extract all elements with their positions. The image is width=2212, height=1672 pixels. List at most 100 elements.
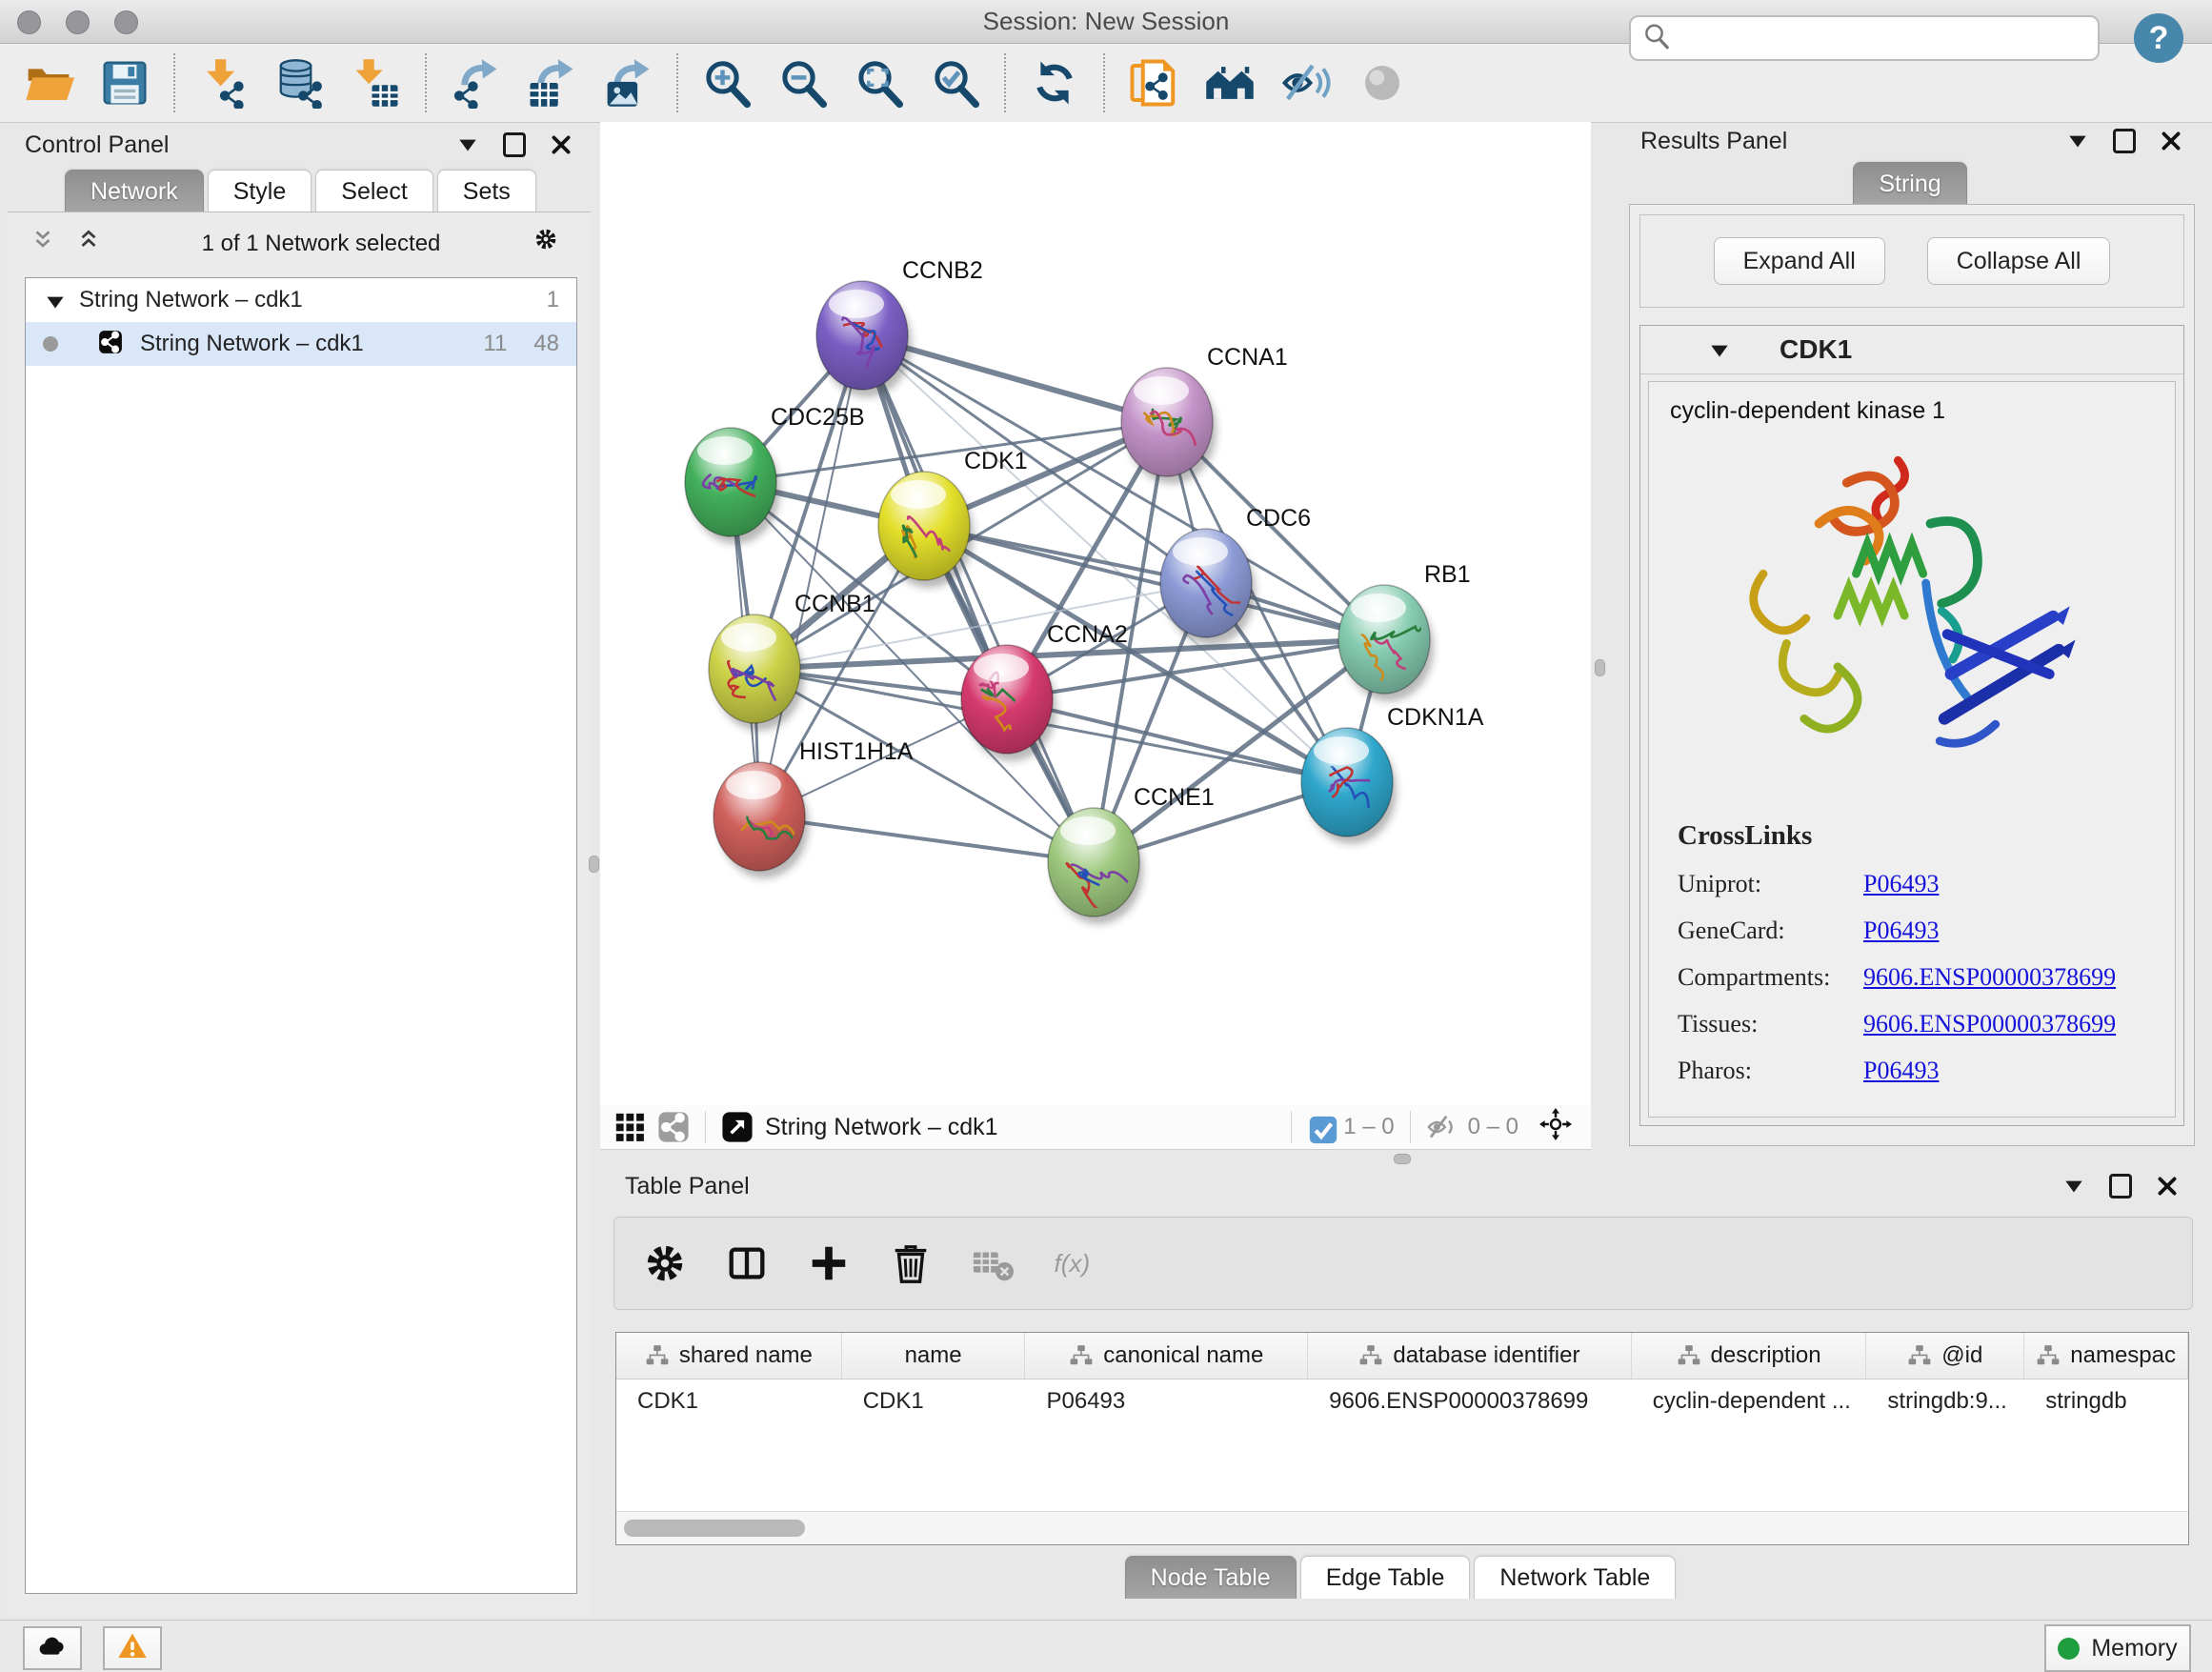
import-table-icon[interactable] <box>351 57 402 109</box>
column-header-description[interactable]: description <box>1632 1333 1867 1379</box>
column-header-shared-name[interactable]: shared name <box>616 1333 842 1379</box>
node-cdc6[interactable]: CDC6 <box>1160 505 1311 645</box>
duplicate-network-icon[interactable] <box>1128 57 1179 109</box>
hide-selected-icon[interactable] <box>1280 57 1332 109</box>
search-box[interactable] <box>1629 15 2100 61</box>
collapse-panel-icon[interactable] <box>455 132 480 157</box>
node-ccnb2[interactable]: CCNB2 <box>816 257 983 397</box>
memory-button[interactable]: Memory <box>2044 1624 2191 1672</box>
node-cdc25b[interactable]: CDC25B <box>685 404 865 544</box>
table-cell[interactable]: P06493 <box>1025 1380 1308 1422</box>
column-header-name[interactable]: name <box>842 1333 1026 1379</box>
left-splitter-handle[interactable] <box>589 856 599 873</box>
add-entry-icon[interactable] <box>807 1241 851 1285</box>
fit-selected-crosshair-icon[interactable] <box>1539 1108 1578 1146</box>
tab-network[interactable]: Network <box>65 170 204 212</box>
horizontal-splitter[interactable] <box>600 1150 2204 1167</box>
column-header-canonical-name[interactable]: canonical name <box>1025 1333 1308 1379</box>
network-options-gear-icon[interactable] <box>533 227 568 261</box>
column-header-namespac[interactable]: namespac <box>2024 1333 2188 1379</box>
float-panel-icon[interactable] <box>503 132 526 157</box>
save-session-icon[interactable] <box>99 57 151 109</box>
tab-edge-table[interactable]: Edge Table <box>1300 1556 1471 1599</box>
edge-hist1h1a-ccne1[interactable] <box>759 816 1094 862</box>
hidden-items-icon[interactable] <box>1426 1111 1458 1143</box>
network-tree-root-row[interactable]: String Network – cdk1 1 <box>26 278 576 322</box>
export-table-icon[interactable] <box>526 57 577 109</box>
table-cell[interactable]: CDK1 <box>842 1380 1026 1422</box>
expand-all-button[interactable]: Expand All <box>1714 237 1885 285</box>
crosslink-link[interactable]: P06493 <box>1863 917 2175 945</box>
node-rb1[interactable]: RB1 <box>1338 561 1471 701</box>
tab-network-table[interactable]: Network Table <box>1474 1556 1676 1599</box>
search-input[interactable] <box>1680 24 2086 52</box>
close-table-panel-icon[interactable] <box>2155 1174 2180 1199</box>
export-image-icon[interactable] <box>602 57 654 109</box>
column-header--id[interactable]: @id <box>1866 1333 2024 1379</box>
import-network-icon[interactable] <box>198 57 250 109</box>
export-network-icon[interactable] <box>450 57 501 109</box>
collapse-results-icon[interactable] <box>2065 129 2090 153</box>
zoom-fit-icon[interactable] <box>854 57 905 109</box>
tab-sets[interactable]: Sets <box>437 170 536 212</box>
edge-ccnb2-ccne1[interactable] <box>862 335 1094 862</box>
crosslink-link[interactable]: P06493 <box>1863 870 2175 898</box>
right-splitter-handle[interactable] <box>1595 659 1605 676</box>
show-all-icon[interactable] <box>1357 57 1408 109</box>
edge-cdk1-rb1[interactable] <box>924 526 1384 639</box>
collapse-table-panel-icon[interactable] <box>2061 1174 2086 1199</box>
close-results-icon[interactable] <box>2159 129 2183 153</box>
grid-view-icon[interactable] <box>613 1111 646 1143</box>
node-ccnb1[interactable]: CCNB1 <box>709 591 875 731</box>
collapse-all-button[interactable]: Collapse All <box>1927 237 2111 285</box>
import-database-icon[interactable] <box>274 57 326 109</box>
table-horizontal-scrollbar[interactable] <box>616 1511 2188 1544</box>
network-overview-icon[interactable] <box>657 1111 690 1143</box>
network-canvas[interactable]: CCNB2CCNA1CDC25BCDK1CDC6RB1CCNB1CCNA2CDK… <box>600 122 1591 1105</box>
tab-string[interactable]: String <box>1853 162 1966 205</box>
zoom-in-icon[interactable] <box>701 57 753 109</box>
detach-view-icon[interactable] <box>721 1111 754 1143</box>
float-results-icon[interactable] <box>2113 129 2136 153</box>
float-table-panel-icon[interactable] <box>2109 1174 2132 1199</box>
gene-expander-icon[interactable] <box>1707 338 1730 361</box>
network-tree-row-selected[interactable]: String Network – cdk1 11 48 <box>26 322 576 366</box>
crosslink-link[interactable]: P06493 <box>1863 1057 2175 1085</box>
node-label-ccnb1: CCNB1 <box>794 591 875 617</box>
crosslink-link[interactable]: 9606.ENSP00000378699 <box>1863 1010 2175 1038</box>
column-header-database-identifier[interactable]: database identifier <box>1308 1333 1632 1379</box>
refresh-layout-icon[interactable] <box>1029 57 1080 109</box>
warnings-button[interactable] <box>103 1626 162 1670</box>
open-session-icon[interactable] <box>23 57 74 109</box>
node-ccna1[interactable]: CCNA1 <box>1121 344 1288 484</box>
function-builder-icon[interactable]: f(x) <box>1053 1241 1119 1285</box>
delete-entry-icon[interactable] <box>889 1241 933 1285</box>
expand-all-networks-icon[interactable] <box>30 228 63 260</box>
zoom-out-icon[interactable] <box>777 57 829 109</box>
tab-node-table[interactable]: Node Table <box>1125 1556 1297 1599</box>
node-hist1h1a[interactable]: HIST1H1A <box>714 738 914 878</box>
table-cell[interactable]: stringdb <box>2024 1380 2188 1422</box>
close-panel-icon[interactable] <box>549 132 573 157</box>
table-cell[interactable]: cyclin-dependent ... <box>1632 1380 1867 1422</box>
delete-table-icon[interactable] <box>971 1241 1015 1285</box>
show-columns-icon[interactable] <box>725 1241 769 1285</box>
table-cell[interactable]: stringdb:9... <box>1866 1380 2024 1422</box>
node-ccne1[interactable]: CCNE1 <box>1048 784 1215 924</box>
table-cell[interactable]: CDK1 <box>616 1380 842 1422</box>
selected-items-checkbox-icon[interactable] <box>1307 1114 1334 1140</box>
help-button[interactable]: ? <box>2134 13 2183 63</box>
collapse-all-networks-icon[interactable] <box>76 228 109 260</box>
crosslink-link[interactable]: 9606.ENSP00000378699 <box>1863 963 2175 992</box>
table-settings-icon[interactable] <box>643 1241 687 1285</box>
node-cdkn1a[interactable]: CDKN1A <box>1301 704 1484 844</box>
scrollbar-thumb[interactable] <box>624 1520 805 1537</box>
zoom-selected-icon[interactable] <box>930 57 981 109</box>
tab-style[interactable]: Style <box>208 170 312 212</box>
table-row[interactable]: CDK1CDK1P064939606.ENSP00000378699cyclin… <box>616 1380 2188 1422</box>
home-pages-icon[interactable] <box>1204 57 1256 109</box>
cloud-status-button[interactable] <box>23 1626 82 1670</box>
tab-select[interactable]: Select <box>315 170 432 212</box>
table-cell[interactable]: 9606.ENSP00000378699 <box>1308 1380 1632 1422</box>
tree-expander-icon[interactable] <box>43 290 64 311</box>
